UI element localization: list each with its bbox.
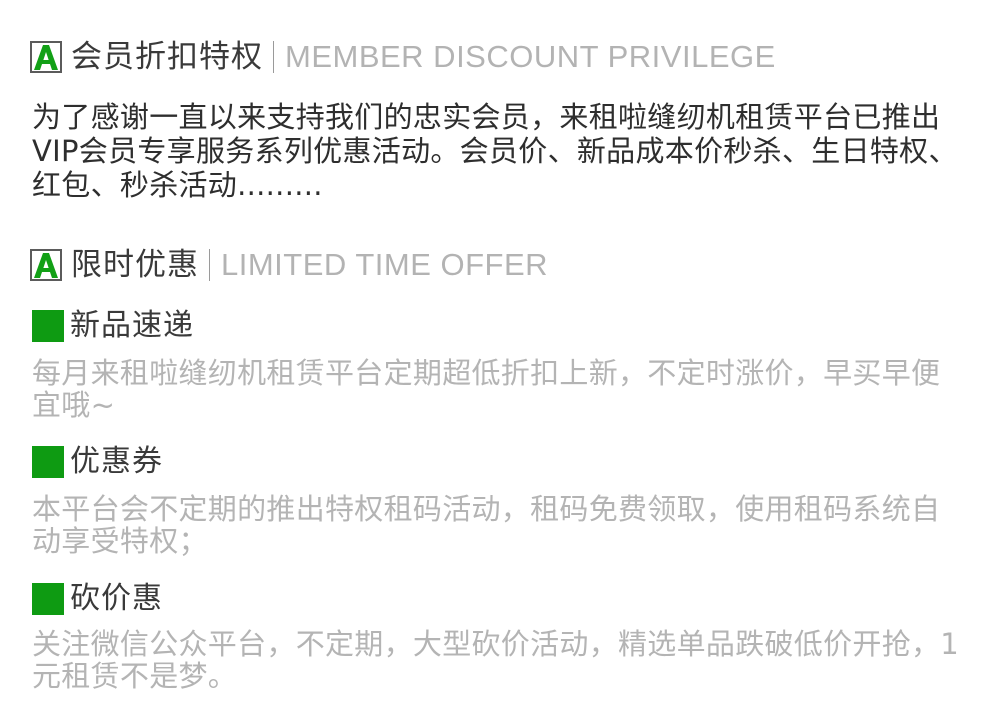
green-square-icon bbox=[32, 310, 64, 342]
offer-item-title: 砍价惠 bbox=[70, 581, 163, 616]
member-discount-header: 会员折扣特权 MEMBER DISCOUNT PRIVILEGE bbox=[30, 37, 776, 77]
title-divider bbox=[273, 41, 274, 73]
limited-offer-header: 限时优惠 LIMITED TIME OFFER bbox=[30, 245, 548, 285]
member-intro-paragraph: 为了感谢一直以来支持我们的忠实会员，来租啦缝纫机租赁平台已推出VIP会员专享服务… bbox=[32, 100, 958, 202]
offer-item-title: 优惠券 bbox=[70, 444, 163, 479]
green-square-icon bbox=[32, 583, 64, 615]
letter-a-logo-icon bbox=[30, 41, 62, 73]
offer-item-title: 新品速递 bbox=[70, 308, 194, 343]
title-divider bbox=[209, 249, 210, 281]
section-title-cn: 会员折扣特权 bbox=[71, 39, 263, 75]
offer-item-header-new-arrivals: 新品速递 bbox=[32, 307, 194, 345]
offer-item-header-coupon: 优惠券 bbox=[32, 443, 163, 481]
section-title-en: LIMITED TIME OFFER bbox=[221, 247, 549, 282]
green-square-icon bbox=[32, 446, 64, 478]
offer-item-text: 关注微信公众平台，不定期，大型砍价活动，精选单品跌破低价开抢，1元租赁不是梦。 bbox=[32, 627, 960, 693]
offer-item-header-bargain: 砍价惠 bbox=[32, 580, 163, 618]
letter-a-logo-icon bbox=[30, 249, 62, 281]
section-title-cn: 限时优惠 bbox=[71, 247, 199, 283]
offer-item-text: 本平台会不定期的推出特权租码活动，租码免费领取，使用租码系统自动享受特权； bbox=[32, 492, 941, 558]
section-title-en: MEMBER DISCOUNT PRIVILEGE bbox=[285, 39, 776, 74]
offer-item-text: 每月来租啦缝纫机租赁平台定期超低折扣上新，不定时涨价，早买早便宜哦~ bbox=[32, 356, 941, 422]
